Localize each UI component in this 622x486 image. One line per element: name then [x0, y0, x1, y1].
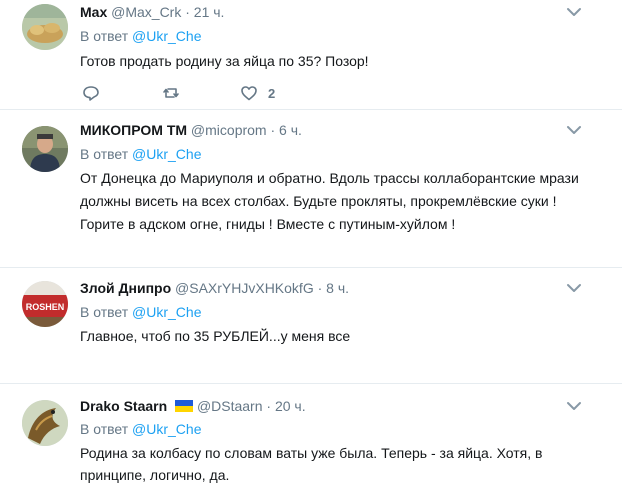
replying-to-label: В ответ	[80, 28, 129, 44]
separator-dot: ·	[270, 122, 276, 138]
retweet-icon	[163, 88, 179, 98]
avatar[interactable]	[22, 126, 68, 172]
display-name[interactable]: МИКОПРОМ ТМ	[80, 122, 187, 138]
replying-to: В ответ @Ukr_Che	[80, 145, 201, 163]
replying-to-label: В ответ	[80, 304, 129, 320]
replying-to-link[interactable]: @Ukr_Che	[132, 28, 201, 44]
chevron-down-icon[interactable]	[566, 124, 582, 136]
ukraine-flag-icon	[175, 400, 194, 412]
display-name[interactable]: Drako Staarn	[80, 398, 167, 414]
tweet-text: Родина за колбасу по словам ваты уже был…	[80, 445, 543, 483]
avatar[interactable]: ROSHEN	[22, 281, 68, 327]
tweet-actions: 2	[80, 83, 380, 103]
retweet-button[interactable]	[162, 83, 180, 103]
tweet-header: МИКОПРОМ ТМ @micoprom · 6 ч.	[80, 121, 302, 139]
avatar-logo-text: ROSHEN	[26, 302, 65, 312]
separator-dot: ·	[266, 398, 272, 414]
tweet-header: Злой Днипро @SAXrYHJvXHKokfG · 8 ч.	[80, 279, 349, 297]
chevron-down-icon[interactable]	[566, 400, 582, 412]
avatar[interactable]	[22, 400, 68, 446]
tweet-text: Главное, чтоб по 35 РУБЛЕЙ...у меня все	[80, 328, 351, 344]
tweet-reply-zloy-dnipro[interactable]: ROSHEN Злой Днипро @SAXrYHJvXHKokfG · 8 …	[0, 268, 622, 384]
replying-to-label: В ответ	[80, 421, 129, 437]
user-handle[interactable]: @micoprom	[191, 122, 267, 138]
avatar[interactable]	[22, 4, 68, 50]
replying-to: В ответ @Ukr_Che	[80, 420, 201, 438]
tweet-text: От Донецка до Мариуполя и обратно. Вдоль…	[80, 170, 579, 232]
replying-to: В ответ @Ukr_Che	[80, 303, 201, 321]
replies-feed: Max @Max_Crk · 21 ч. В ответ @Ukr_Che Го…	[0, 0, 622, 486]
replying-to-link[interactable]: @Ukr_Che	[132, 304, 201, 320]
tweet-text: Готов продать родину за яйца по 35? Позо…	[80, 53, 369, 69]
timestamp[interactable]: 8 ч.	[326, 280, 349, 296]
tweet-reply-micoprom[interactable]: МИКОПРОМ ТМ @micoprom · 6 ч. В ответ @Uk…	[0, 110, 622, 268]
replying-to-label: В ответ	[80, 146, 129, 162]
reply-icon	[83, 86, 99, 101]
replying-to: В ответ @Ukr_Che	[80, 27, 201, 45]
heart-icon	[241, 86, 257, 101]
chevron-down-icon[interactable]	[566, 282, 582, 294]
user-handle[interactable]: @SAXrYHJvXHKokfG	[175, 280, 314, 296]
display-name[interactable]: Max	[80, 4, 107, 20]
user-handle[interactable]: @Max_Crk	[111, 4, 181, 20]
timestamp[interactable]: 6 ч.	[279, 122, 302, 138]
reply-button[interactable]	[82, 83, 100, 103]
tweet-reply-max[interactable]: Max @Max_Crk · 21 ч. В ответ @Ukr_Che Го…	[0, 0, 622, 110]
chevron-down-icon[interactable]	[566, 6, 582, 18]
timestamp[interactable]: 21 ч.	[194, 4, 225, 20]
like-button[interactable]: 2	[240, 83, 275, 103]
user-handle[interactable]: @DStaarn	[197, 398, 263, 414]
replying-to-link[interactable]: @Ukr_Che	[132, 146, 201, 162]
timestamp[interactable]: 20 ч.	[275, 398, 306, 414]
separator-dot: ·	[185, 4, 190, 20]
tweet-header: Drako Staarn @DStaarn · 20 ч.	[80, 397, 306, 415]
tweet-header: Max @Max_Crk · 21 ч.	[80, 3, 224, 21]
separator-dot: ·	[317, 280, 323, 296]
display-name[interactable]: Злой Днипро	[80, 280, 171, 296]
like-count: 2	[268, 85, 276, 101]
replying-to-link[interactable]: @Ukr_Che	[132, 421, 201, 437]
tweet-reply-drako-staarn[interactable]: Drako Staarn @DStaarn · 20 ч. В ответ @U…	[0, 384, 622, 486]
